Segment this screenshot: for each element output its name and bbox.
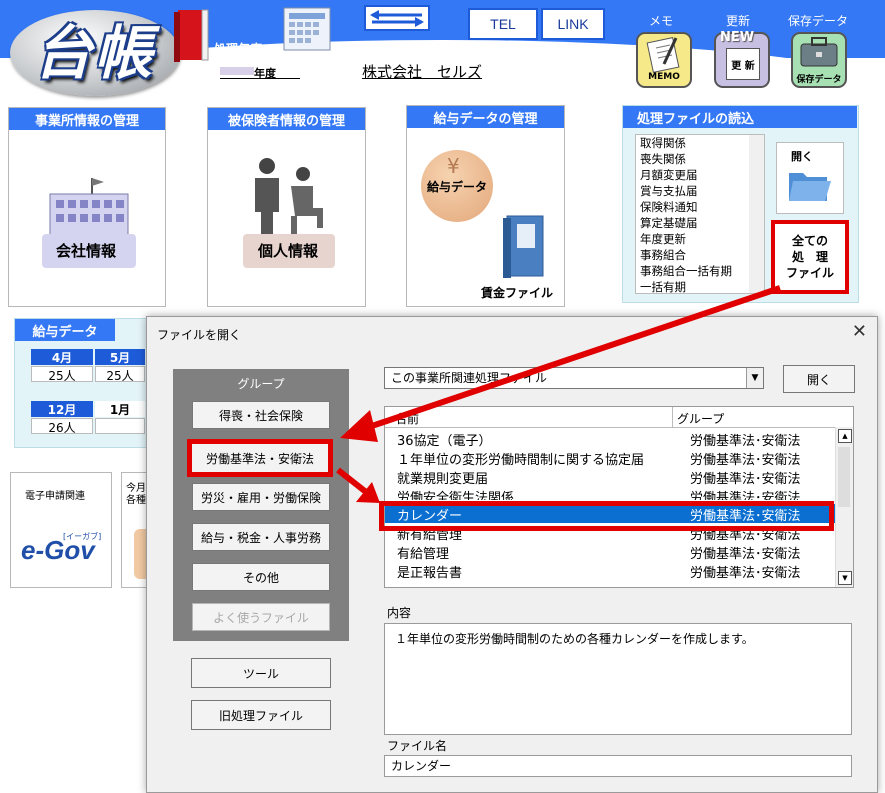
annotation-arrows bbox=[336, 285, 781, 503]
arrow-to-selected-row bbox=[336, 467, 368, 495]
arrow-head bbox=[340, 410, 378, 442]
arrow-to-group-button bbox=[359, 285, 781, 433]
